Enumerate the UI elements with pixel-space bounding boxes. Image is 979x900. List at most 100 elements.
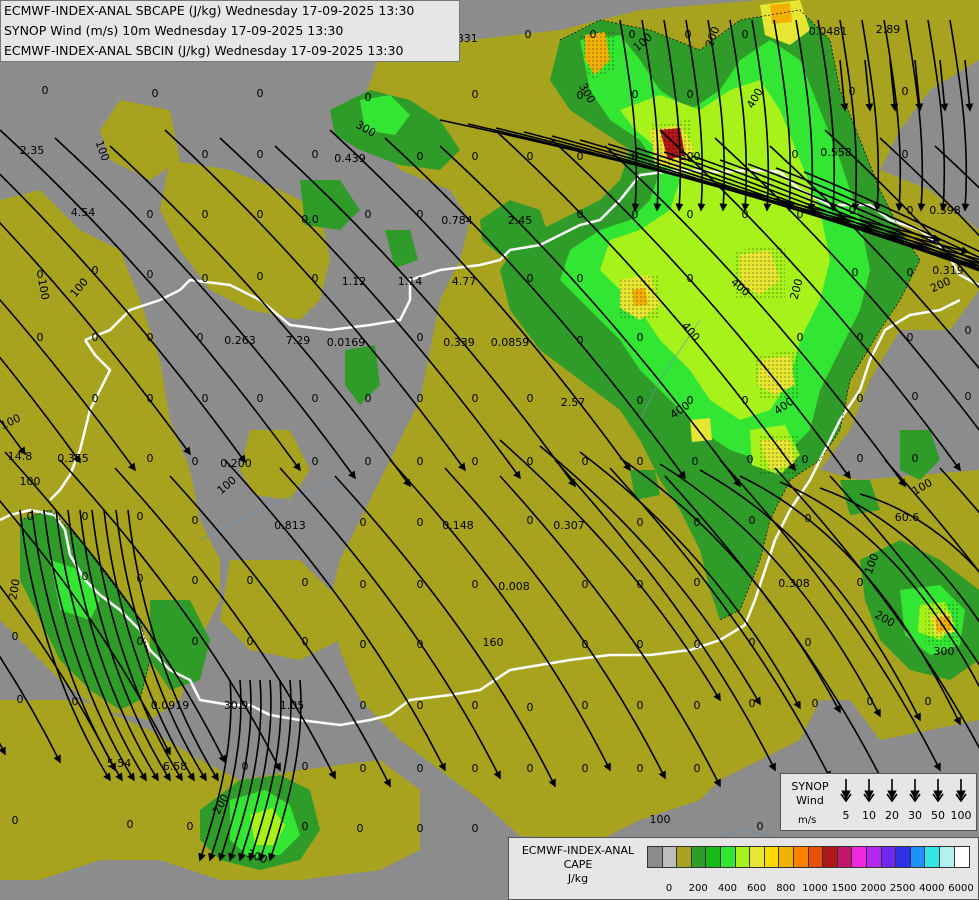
cin-value-label: 0 bbox=[857, 331, 864, 344]
colorbar-tick-label: 0 bbox=[665, 883, 673, 894]
cin-value-label: 0 bbox=[472, 699, 479, 712]
cin-value-label: 0 bbox=[687, 88, 694, 101]
wind-arrow-icon bbox=[840, 779, 852, 803]
cin-value-label: 0 bbox=[147, 331, 154, 344]
cin-value-label: 0 bbox=[797, 331, 804, 344]
synop-speed-label: 20 bbox=[885, 809, 899, 822]
colorbar-swatch bbox=[851, 846, 868, 868]
synop-title-line2: Wind bbox=[796, 794, 824, 807]
cin-value-label: 0 bbox=[742, 28, 749, 41]
cin-value-label: 0 bbox=[472, 762, 479, 775]
synop-legend-title: SYNOP Wind bbox=[785, 780, 835, 808]
colorbar-tick-label: 2000 bbox=[860, 883, 887, 894]
cin-value-label: 0.558 bbox=[820, 146, 852, 159]
cin-value-label: 0 bbox=[852, 266, 859, 279]
cin-value-label: 0 bbox=[692, 455, 699, 468]
cin-value-label: 0 bbox=[694, 762, 701, 775]
cin-value-label: 0 bbox=[694, 638, 701, 651]
cin-value-label: 0 bbox=[192, 635, 199, 648]
synop-title-line1: SYNOP bbox=[791, 780, 829, 793]
cin-value-label: 0 bbox=[527, 701, 534, 714]
cin-value-label: 7.29 bbox=[286, 334, 311, 347]
cin-value-label: 1.12 bbox=[342, 275, 367, 288]
wind-arrow-icon bbox=[863, 779, 875, 803]
colorbar-swatch bbox=[661, 846, 678, 868]
cin-value-label: 0 bbox=[312, 392, 319, 405]
cin-value-label: 0 bbox=[192, 574, 199, 587]
cin-value-label: 0.439 bbox=[334, 152, 366, 165]
cin-value-label: 0 bbox=[637, 455, 644, 468]
synop-speed-label: 30 bbox=[908, 809, 922, 822]
cin-value-label: 0 bbox=[257, 270, 264, 283]
cin-value-label: 0 bbox=[582, 638, 589, 651]
cin-value-label: 0 bbox=[472, 392, 479, 405]
synop-unit: m/s bbox=[798, 815, 817, 826]
colorbar-tick-label: 6000 bbox=[948, 883, 974, 894]
cin-value-label: 0 bbox=[629, 28, 636, 41]
cin-value-label: 0 bbox=[312, 272, 319, 285]
cin-value-label: 0 bbox=[417, 516, 424, 529]
cin-value-label: 0 bbox=[749, 697, 756, 710]
cin-value-label: 60.6 bbox=[895, 511, 920, 524]
cin-value-label: 0 bbox=[417, 699, 424, 712]
cin-value-label: 0 bbox=[582, 762, 589, 775]
colorbar-swatch bbox=[909, 846, 926, 868]
cin-value-label: 4.77 bbox=[452, 275, 477, 288]
cin-value-label: 0 bbox=[192, 455, 199, 468]
cin-value-label: 0.0481 bbox=[809, 25, 848, 38]
cin-value-label: 0 bbox=[965, 390, 972, 403]
colorbar-tick-label: 2500 bbox=[889, 883, 916, 894]
cin-value-label: 0 bbox=[637, 578, 644, 591]
colorbar-tick-label: 400 bbox=[717, 883, 737, 894]
cin-value-label: 0 bbox=[925, 695, 932, 708]
cin-value-label: 0 bbox=[577, 334, 584, 347]
colorbar-swatch bbox=[778, 846, 795, 868]
cin-value-label: 0 bbox=[802, 453, 809, 466]
cin-value-label: 0 bbox=[360, 516, 367, 529]
cin-value-label: 0 bbox=[637, 699, 644, 712]
synop-speed-label: 50 bbox=[931, 809, 945, 822]
synop-speed-label: 5 bbox=[842, 809, 850, 822]
cin-value-label: 0 bbox=[302, 820, 309, 833]
cin-value-label: 0 bbox=[365, 455, 372, 468]
cin-value-label: 0 bbox=[312, 148, 319, 161]
cin-value-label: 0 bbox=[907, 331, 914, 344]
cin-value-label: 0 bbox=[37, 331, 44, 344]
cin-value-label: 0 bbox=[742, 394, 749, 407]
cin-value-label: 0.0859 bbox=[491, 336, 530, 349]
cin-value-label: 0 bbox=[472, 88, 479, 101]
cin-value-label: 0.263 bbox=[224, 334, 256, 347]
cin-value-label: 0 bbox=[965, 324, 972, 337]
cin-value-label: 0 bbox=[637, 394, 644, 407]
cin-value-label: 0 bbox=[637, 638, 644, 651]
cin-value-label: 0 bbox=[907, 266, 914, 279]
cin-value-label: 0 bbox=[527, 272, 534, 285]
cin-value-label: 0 bbox=[417, 822, 424, 835]
cin-value-label: 0 bbox=[197, 331, 204, 344]
cin-value-label: 0 bbox=[302, 760, 309, 773]
cin-value-label: 0 bbox=[82, 570, 89, 583]
cin-value-label: 30.9 bbox=[224, 699, 249, 712]
title-line-wind: SYNOP Wind (m/s) 10m Wednesday 17-09-202… bbox=[4, 23, 344, 38]
colorbar-swatch bbox=[676, 846, 693, 868]
colorbar-swatch bbox=[749, 846, 766, 868]
cin-value-label: 0.0919 bbox=[151, 699, 190, 712]
cin-value-label: 4.54 bbox=[71, 206, 96, 219]
cin-value-label: 0 bbox=[137, 572, 144, 585]
cin-value-label: 0.0169 bbox=[327, 336, 366, 349]
cin-value-label: 2.45 bbox=[508, 214, 533, 227]
cin-value-label: 0 bbox=[92, 331, 99, 344]
cin-value-label: 0 bbox=[637, 762, 644, 775]
cin-value-label: 0 bbox=[360, 578, 367, 591]
cin-value-label: 0 bbox=[694, 516, 701, 529]
cin-value-label: 0 bbox=[902, 148, 909, 161]
cin-value-label: 0 bbox=[582, 455, 589, 468]
cin-value-label: 0 bbox=[907, 204, 914, 217]
cin-value-label: 0 bbox=[417, 762, 424, 775]
map-view: 000000000000002.890.04810.8312.350000.43… bbox=[0, 0, 979, 900]
contour-label: 0 bbox=[590, 28, 597, 41]
cin-value-label: 0 bbox=[472, 455, 479, 468]
cape-map: 000000000000002.890.04810.8312.350000.43… bbox=[0, 0, 979, 900]
cin-value-label: 0.0 bbox=[301, 213, 319, 226]
colorbar-tick-label: 1000 bbox=[802, 883, 828, 894]
